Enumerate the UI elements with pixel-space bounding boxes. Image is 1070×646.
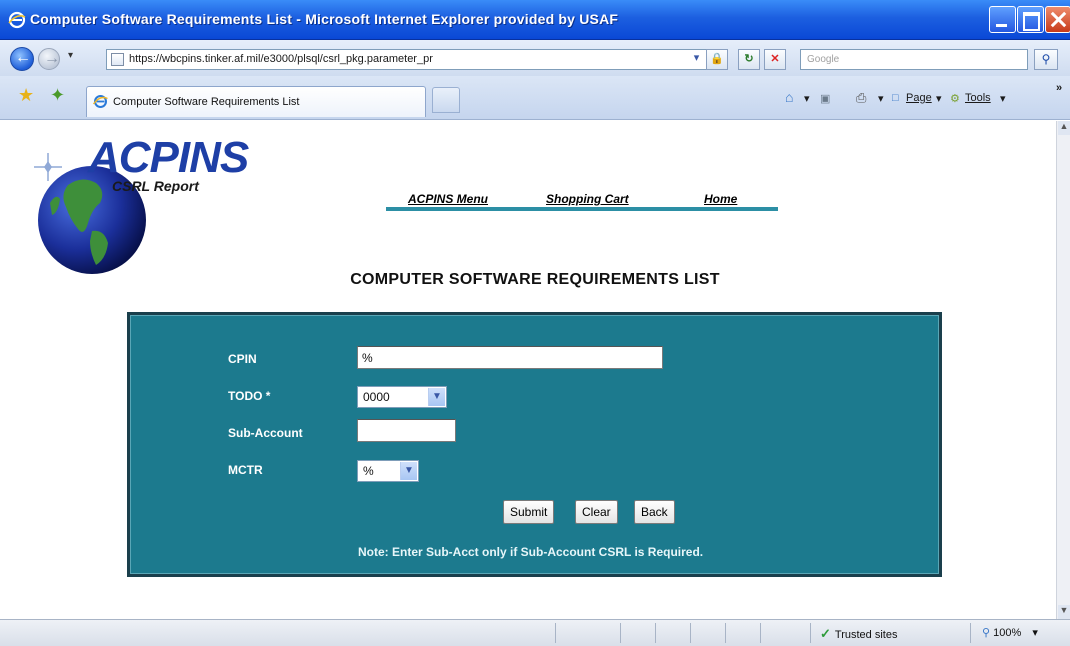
new-tab-button[interactable] — [432, 87, 460, 113]
page-dropdown-icon[interactable]: ▾ — [936, 92, 942, 105]
logo-title: ACPINS — [88, 133, 249, 182]
cpin-input[interactable] — [357, 346, 663, 369]
mctr-label: MCTR — [228, 463, 263, 477]
status-divider — [555, 623, 556, 643]
nav-shopping-cart[interactable]: Shopping Cart — [546, 192, 629, 206]
scroll-down-icon[interactable]: ▼ — [1058, 605, 1070, 619]
tab-csrl[interactable]: Computer Software Requirements List — [86, 86, 426, 117]
subaccount-input[interactable] — [357, 419, 456, 442]
submit-button[interactable]: Submit — [503, 500, 555, 524]
print-dropdown-icon[interactable]: ▾ — [878, 92, 884, 105]
page-icon-cmd: □ — [892, 92, 899, 104]
search-placeholder: Google — [807, 54, 840, 65]
home-dropdown-icon[interactable]: ▾ — [804, 92, 810, 105]
favorites-star-icon[interactable]: ★ — [18, 85, 34, 106]
mctr-selected-value: % — [363, 464, 374, 478]
checkmark-icon: ✓ — [820, 626, 831, 641]
tools-gear-icon: ⚙ — [950, 93, 960, 105]
page-heading: COMPUTER SOFTWARE REQUIREMENTS LIST — [350, 271, 720, 288]
clear-button[interactable]: Clear — [575, 500, 618, 524]
acpins-logo: ACPINS CSRL Report — [30, 133, 260, 283]
lock-icon[interactable]: 🔒 — [706, 49, 728, 70]
address-toolbar: ← → ▾ https://wbcpins.tinker.af.mil/e300… — [0, 40, 1070, 76]
print-icon[interactable]: ⎙ — [856, 90, 866, 106]
search-input[interactable]: Google — [800, 49, 1028, 70]
zoom-icon: ⚲ — [982, 627, 991, 639]
subaccount-label: Sub-Account — [228, 426, 303, 440]
zoom-control[interactable]: ⚲ 100% ▾ — [982, 626, 1038, 639]
todo-label: TODO * — [228, 389, 271, 403]
mctr-select[interactable]: % ▼ — [357, 460, 419, 482]
todo-select[interactable]: 0000 ▼ — [357, 386, 447, 408]
chevron-down-icon: ▼ — [400, 462, 417, 480]
scroll-up-icon[interactable]: ▲ — [1058, 121, 1070, 135]
todo-selected-value: 0000 — [363, 390, 390, 404]
cpin-label: CPIN — [228, 352, 257, 366]
sub-account-note: Note: Enter Sub-Acct only if Sub-Account… — [358, 545, 704, 559]
page-menu[interactable]: Page — [906, 92, 932, 104]
security-zone[interactable]: ✓ Trusted sites — [820, 626, 897, 642]
tab-bar: ★ ✦ Computer Software Requirements List … — [0, 76, 1070, 120]
form-buttons: Submit Clear Back — [503, 500, 703, 524]
refresh-button[interactable]: ↻ — [738, 49, 760, 70]
ie-tab-icon — [93, 95, 108, 108]
recent-pages-dropdown[interactable]: ▾ — [68, 50, 82, 66]
status-divider — [690, 623, 691, 643]
stop-button[interactable]: ✕ — [764, 49, 786, 70]
vertical-scrollbar[interactable]: ▲ ▼ — [1056, 121, 1070, 619]
page-content: ACPINS CSRL Report ACPINS Menu Shopping … — [0, 121, 1056, 619]
window-title-bar[interactable]: Computer Software Requirements List - Mi… — [0, 0, 1070, 40]
status-divider — [760, 623, 761, 643]
feeds-icon[interactable]: ▣ — [820, 92, 830, 105]
chevron-more-icon[interactable]: » — [1056, 82, 1062, 94]
status-divider — [655, 623, 656, 643]
minimize-button[interactable] — [989, 6, 1016, 33]
status-divider — [810, 623, 811, 643]
security-zone-label: Trusted sites — [834, 629, 898, 641]
address-field[interactable]: https://wbcpins.tinker.af.mil/e3000/plsq… — [106, 49, 721, 70]
parameter-form: CPIN TODO * 0000 ▼ Sub-Account MCTR % ▼ … — [127, 312, 942, 577]
address-dropdown-icon[interactable]: ▾ — [686, 49, 707, 70]
maximize-button[interactable] — [1017, 6, 1044, 33]
close-window-button[interactable] — [1045, 6, 1070, 33]
forward-arrow-icon: → — [44, 50, 60, 67]
forward-button[interactable]: → — [38, 48, 60, 70]
home-icon[interactable]: ⌂ — [785, 89, 793, 105]
chevron-down-icon: ▼ — [428, 388, 445, 406]
back-button-form[interactable]: Back — [634, 500, 675, 524]
top-navigation: ACPINS Menu Shopping Cart Home — [386, 189, 778, 211]
zoom-dropdown-icon: ▾ — [1032, 627, 1038, 639]
status-divider — [620, 623, 621, 643]
tools-menu[interactable]: Tools — [965, 92, 991, 104]
zoom-level: 100% — [993, 627, 1022, 639]
status-divider — [725, 623, 726, 643]
window-title: Computer Software Requirements List - Mi… — [30, 11, 619, 27]
ie-logo-icon — [8, 11, 26, 29]
status-divider — [970, 623, 971, 643]
search-icon[interactable]: ⚲ — [1034, 49, 1058, 70]
nav-home[interactable]: Home — [704, 192, 737, 206]
logo-subtitle: CSRL Report — [112, 178, 199, 194]
nav-acpins-menu[interactable]: ACPINS Menu — [408, 192, 488, 206]
address-url: https://wbcpins.tinker.af.mil/e3000/plsq… — [129, 53, 433, 65]
tab-label: Computer Software Requirements List — [113, 96, 300, 108]
back-button[interactable]: ← — [10, 47, 34, 71]
add-favorites-icon[interactable]: ✦ — [50, 85, 65, 106]
tools-dropdown-icon[interactable]: ▾ — [1000, 92, 1006, 105]
page-icon — [111, 53, 124, 66]
back-arrow-icon: ← — [15, 49, 31, 66]
status-bar: ✓ Trusted sites ⚲ 100% ▾ — [0, 619, 1070, 646]
